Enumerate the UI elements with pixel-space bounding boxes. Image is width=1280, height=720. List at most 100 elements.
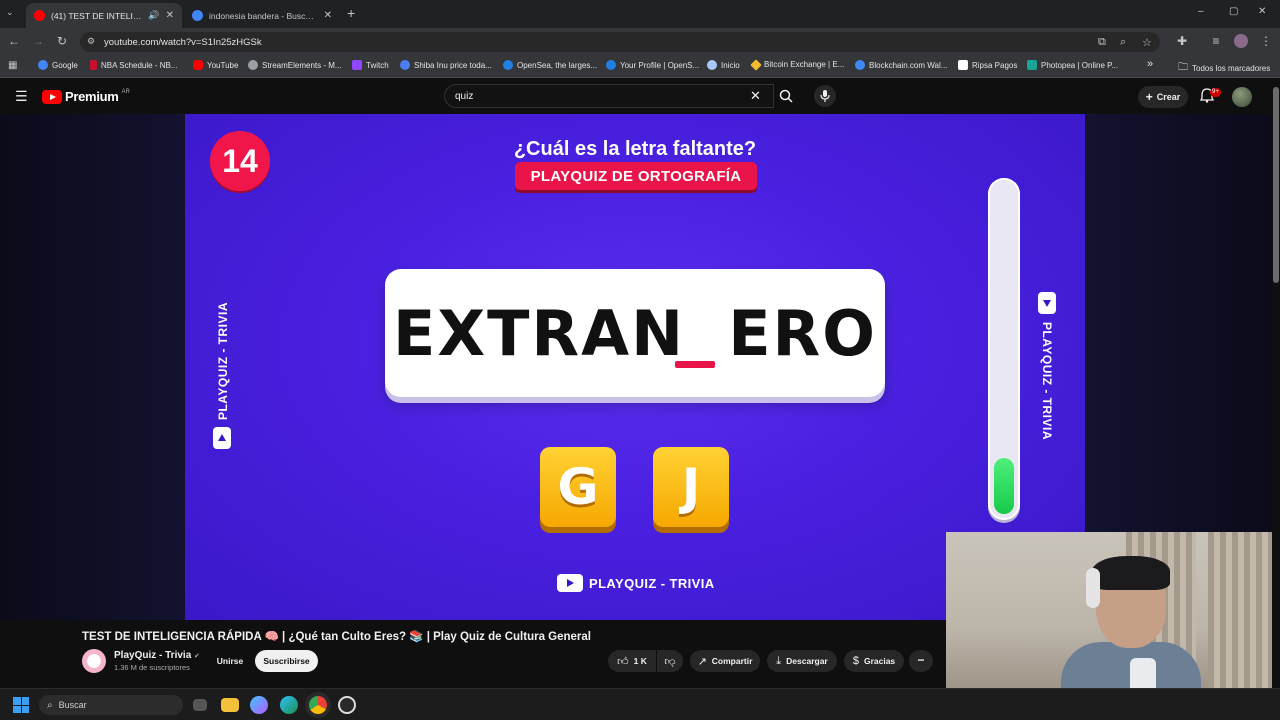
thanks-button[interactable]: $ Gracias	[844, 650, 904, 672]
taskbar-search[interactable]: ⌕ Buscar	[39, 695, 183, 715]
thumbs-up-icon: 👍︎	[617, 655, 629, 668]
bookmark-ripsa[interactable]: Ripsa Pagos	[958, 60, 1017, 70]
search-button[interactable]	[774, 84, 798, 108]
question-subtitle-banner: PLAYQUIZ DE ORTOGRAFÍA	[515, 162, 757, 190]
dislike-button[interactable]: 👎︎	[657, 650, 683, 672]
google-favicon-icon	[192, 10, 203, 21]
windows-start-icon[interactable]	[13, 697, 29, 713]
brand-side-right: PLAYQUIZ - TRIVIA	[1037, 292, 1057, 452]
brand-side-left-text: PLAYQUIZ - TRIVIA	[216, 301, 230, 421]
share-button[interactable]: ↗ Compartir	[690, 650, 760, 672]
extensions-icon[interactable]: ✚	[1174, 34, 1190, 48]
search-icon: ⌕	[47, 699, 53, 711]
search-box: ✕	[444, 84, 774, 108]
bookmark-youtube[interactable]: YouTube	[193, 60, 238, 70]
like-button[interactable]: 👍︎ 1 K	[608, 650, 656, 672]
edge-icon[interactable]	[280, 696, 298, 714]
microphone-icon	[820, 90, 830, 102]
media-controls-icon[interactable]: ≡	[1208, 34, 1224, 48]
reload-icon[interactable]: ↻	[54, 34, 70, 48]
speaker-icon[interactable]: 🔊	[148, 10, 159, 21]
channel-name[interactable]: PlayQuiz - Trivia ✔	[114, 650, 200, 661]
webcam-person-hair	[1092, 556, 1170, 590]
site-info-icon[interactable]: ⚙	[87, 36, 95, 47]
address-bar[interactable]: ⚙ youtube.com/watch?v=S1In25zHGSk ⧉ ⌕ ☆	[80, 32, 1160, 52]
bookmark-photopea[interactable]: Photopea | Online P...	[1027, 60, 1118, 70]
brand-side-right-text: PLAYQUIZ - TRIVIA	[1040, 321, 1054, 441]
verified-icon: ✔	[194, 653, 200, 660]
opensea-icon	[503, 60, 513, 70]
nba-icon	[90, 60, 97, 70]
blockchain-icon	[855, 60, 865, 70]
more-actions-button[interactable]: •••	[909, 650, 933, 672]
bookmark-nba[interactable]: NBA Schedule - NB...	[90, 60, 177, 70]
tab-title: indonesia bandera - Buscar con Google	[209, 10, 318, 21]
profile-avatar-icon[interactable]	[1234, 34, 1248, 48]
bookmark-blockchain[interactable]: Blockchain.com Wal...	[855, 60, 947, 70]
task-view-icon[interactable]	[193, 699, 207, 711]
file-explorer-icon[interactable]	[221, 698, 239, 712]
clear-search-icon[interactable]: ✕	[750, 88, 761, 104]
subscribe-button[interactable]: Suscribirse	[255, 650, 318, 672]
bookmark-bitcoin-exchange[interactable]: Bitcoin Exchange | E...	[750, 58, 844, 71]
channel-avatar[interactable]	[82, 649, 106, 673]
bookmark-opensea[interactable]: OpenSea, the larges...	[503, 60, 597, 70]
bookmark-inicio[interactable]: Inicio	[707, 60, 740, 70]
back-icon[interactable]: ←	[6, 34, 22, 48]
bookmarks-overflow-button[interactable]: »	[1147, 58, 1153, 70]
forward-icon[interactable]: →	[30, 34, 46, 48]
bookmark-opensea-profile[interactable]: Your Profile | OpenS...	[606, 60, 699, 70]
search-input[interactable]	[455, 85, 745, 107]
obs-icon[interactable]	[338, 696, 356, 714]
missing-letter-underline	[675, 361, 715, 368]
plus-icon: +	[1145, 90, 1153, 104]
youtube-premium-logo[interactable]: Premium AR	[42, 89, 130, 104]
zoom-icon[interactable]: ⌕	[1120, 36, 1126, 49]
maximize-button[interactable]: ▢	[1229, 6, 1238, 17]
youtube-play-icon	[42, 89, 62, 104]
question-number-badge: 14	[210, 131, 270, 191]
chrome-menu-icon[interactable]: ⋮	[1258, 34, 1274, 48]
page-scrollbar[interactable]	[1272, 79, 1280, 688]
word-text: EXTRAN ERO	[392, 296, 877, 370]
voice-search-button[interactable]	[814, 85, 836, 107]
bookmark-star-icon[interactable]: ☆	[1142, 36, 1152, 49]
scrollbar-thumb[interactable]	[1273, 87, 1279, 283]
all-bookmarks-button[interactable]: 🗀 Todos los marcadores	[1178, 60, 1270, 77]
tab-close-icon[interactable]: ✕	[166, 10, 174, 21]
video-title: TEST DE INTELIGENCIA RÁPIDA 🧠 | ¿Qué tan…	[82, 631, 591, 643]
chrome-icon[interactable]	[309, 696, 327, 714]
ripsa-icon	[958, 60, 968, 70]
create-button[interactable]: + Crear	[1138, 86, 1188, 108]
tab-search-button[interactable]: ⌄	[6, 7, 14, 18]
cloud-icon	[707, 60, 717, 70]
thanks-icon: $	[852, 655, 859, 667]
account-avatar[interactable]	[1232, 87, 1252, 107]
bookmark-streamelements[interactable]: StreamElements - M...	[248, 60, 342, 70]
tab-close-icon[interactable]: ✕	[324, 10, 332, 21]
join-button[interactable]: Unirse	[207, 650, 253, 672]
opensea-icon	[606, 60, 616, 70]
brand-side-left: PLAYQUIZ - TRIVIA	[213, 299, 233, 449]
menu-icon[interactable]: ☰	[15, 88, 28, 105]
copilot-icon[interactable]	[250, 696, 268, 714]
option-j-tile: J	[653, 447, 729, 527]
bookmark-twitch[interactable]: Twitch	[352, 60, 389, 70]
brand-bottom: PLAYQUIZ - TRIVIA	[557, 574, 715, 592]
bookmark-shiba[interactable]: Shiba Inu price toda...	[400, 60, 492, 70]
subscriber-count: 1.36 M de suscriptores	[114, 663, 190, 672]
url-text: youtube.com/watch?v=S1In25zHGSk	[104, 36, 262, 48]
minimize-button[interactable]: –	[1198, 6, 1204, 17]
like-count: 1 K	[633, 656, 647, 666]
new-tab-button[interactable]: +	[347, 5, 355, 21]
bookmark-google[interactable]: Google	[38, 60, 78, 70]
option-g-tile: G	[540, 447, 616, 527]
create-label: Crear	[1156, 92, 1181, 102]
download-button[interactable]: ⤓ Descargar	[767, 650, 837, 672]
apps-grid-icon[interactable]: ▦	[8, 60, 17, 71]
tab-google-search[interactable]: indonesia bandera - Buscar con Google ✕	[184, 3, 340, 28]
player-letterbox-left	[0, 114, 185, 620]
tab-youtube[interactable]: (41) TEST DE INTELIGENCIA RÁPIDA 🔊 ✕	[26, 3, 182, 28]
install-app-icon[interactable]: ⧉	[1098, 36, 1106, 49]
close-window-button[interactable]: ✕	[1258, 6, 1266, 17]
